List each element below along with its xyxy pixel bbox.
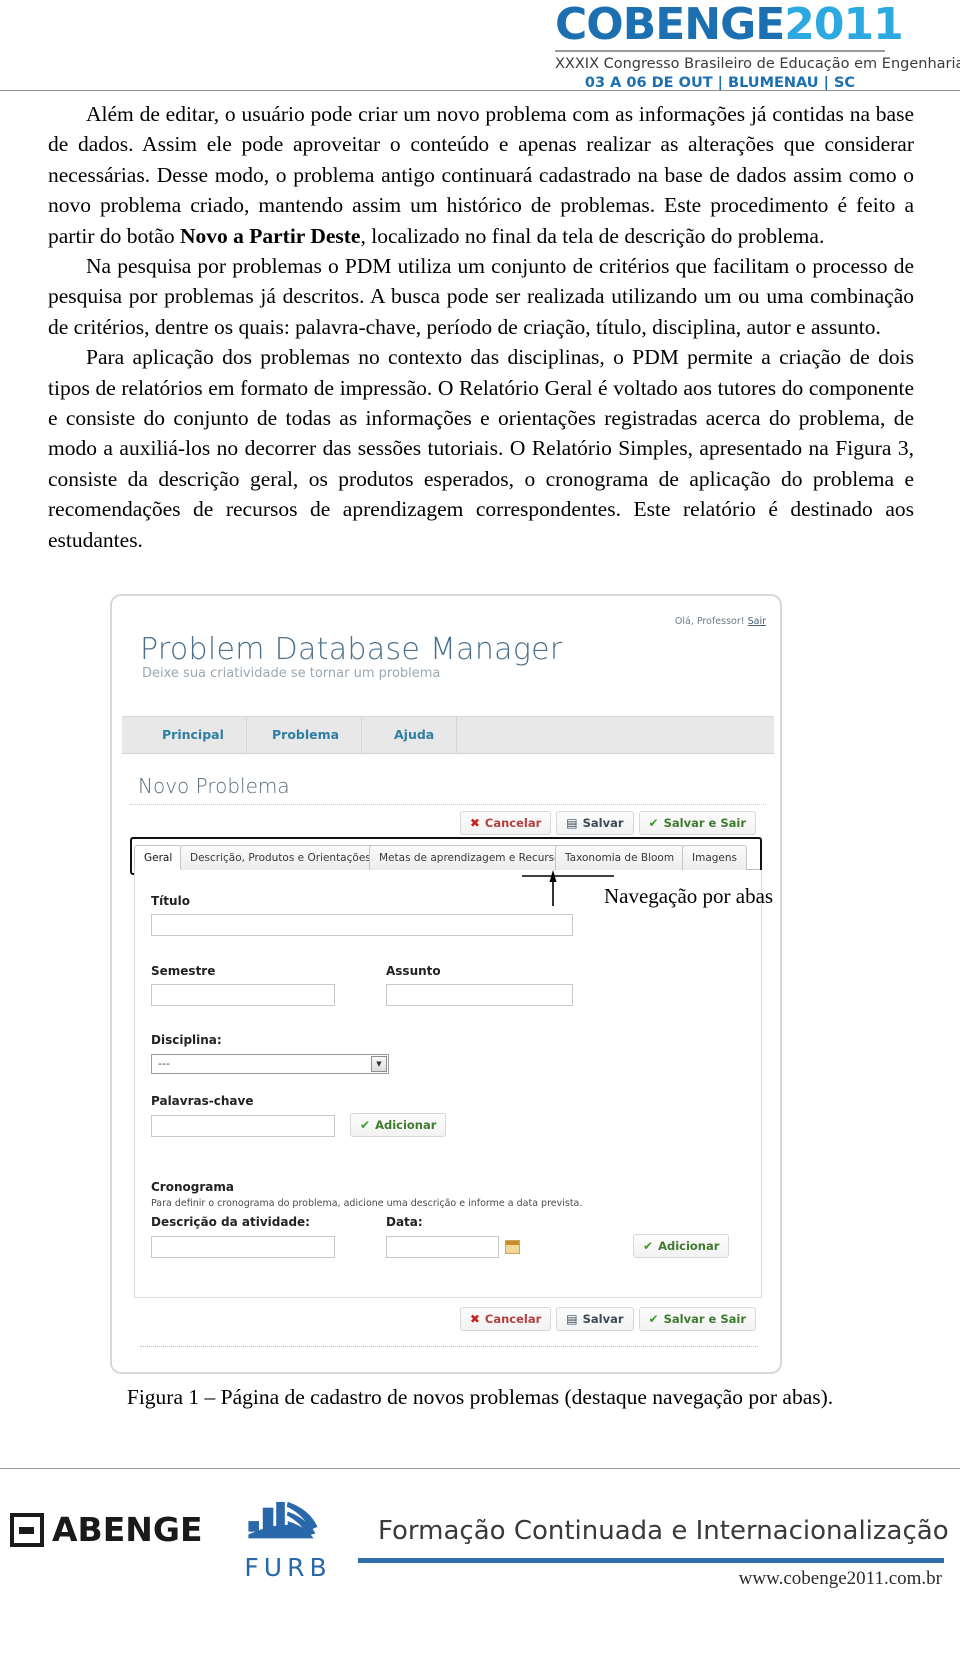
figure-screenshot: Olá, Professor! Sair Problem Database Ma… xyxy=(110,594,786,1378)
palavras-chave-input[interactable] xyxy=(151,1115,335,1137)
furb-label: FURB xyxy=(244,1553,332,1582)
save-button-top-label: Salvar xyxy=(582,816,624,830)
footer-accent-bar xyxy=(358,1558,944,1563)
cancel-button-top-label: Cancelar xyxy=(484,816,542,830)
greeting-text: Olá, Professor! xyxy=(674,616,745,627)
disciplina-select-value: --- xyxy=(158,1057,170,1070)
app-title: Problem Database Manager xyxy=(140,632,563,667)
app-subtitle: Deixe sua criatividade se tornar um prob… xyxy=(142,666,441,681)
toolbar-bottom: ✖ Cancelar ▤ Salvar ✔ Salvar e Sair xyxy=(459,1307,756,1331)
paragraph-1-part-b: , localizado no final da tela de descriç… xyxy=(360,223,825,248)
article-body: Além de editar, o usuário pode criar um … xyxy=(48,99,914,555)
tab-geral[interactable]: Geral xyxy=(134,845,183,871)
save-and-exit-button-top[interactable]: ✔ Salvar e Sair xyxy=(638,811,756,835)
save-and-exit-button-top-label: Salvar e Sair xyxy=(663,816,746,830)
paragraph-3: Para aplicação dos problemas no contexto… xyxy=(48,345,914,552)
user-greeting: Olá, Professor! Sair xyxy=(675,616,766,627)
check-icon: ✔ xyxy=(360,1118,371,1132)
cronograma-help-text: Para definir o cronograma do problema, a… xyxy=(151,1198,583,1209)
paragraph-1: Além de editar, o usuário pode criar um … xyxy=(48,99,914,251)
save-button-bottom-label: Salvar xyxy=(582,1312,624,1326)
cobenge-logo: COBENGE2011 XXXIX Congresso Brasileiro d… xyxy=(555,0,960,93)
save-button-top[interactable]: ▤ Salvar xyxy=(556,811,634,835)
congress-name: XXXIX Congresso Brasileiro de Educação e… xyxy=(555,56,960,72)
logout-link[interactable]: Sair xyxy=(748,616,766,627)
nav-item-problema[interactable]: Problema xyxy=(250,717,363,753)
assunto-label: Assunto xyxy=(386,964,441,978)
footer-slogan: Formação Continuada e Internacionalizaçã… xyxy=(378,1516,949,1546)
semestre-label: Semestre xyxy=(151,964,216,978)
footer-url: www.cobenge2011.com.br xyxy=(738,1568,942,1589)
close-icon: ✖ xyxy=(469,816,480,830)
semestre-input[interactable] xyxy=(151,984,335,1006)
atividade-input[interactable] xyxy=(151,1236,335,1258)
abenge-mark-icon xyxy=(10,1512,44,1547)
palavras-chave-label: Palavras-chave xyxy=(151,1094,254,1108)
save-button-bottom[interactable]: ▤ Salvar xyxy=(556,1307,634,1331)
close-icon: ✖ xyxy=(469,1312,480,1326)
main-navigation: Principal Problema Ajuda xyxy=(122,716,774,754)
data-input[interactable] xyxy=(386,1236,499,1258)
chevron-down-icon: ▼ xyxy=(371,1056,387,1072)
paragraph-1-bold-term: Novo a Partir Deste xyxy=(179,223,361,248)
furb-book-icon xyxy=(248,1501,318,1539)
add-keyword-button-label: Adicionar xyxy=(375,1118,437,1132)
check-icon: ✔ xyxy=(643,1239,654,1253)
callout-leader-line xyxy=(522,870,614,906)
cancel-button-bottom-label: Cancelar xyxy=(484,1312,542,1326)
disk-icon: ▤ xyxy=(566,1312,578,1326)
paragraph-2: Na pesquisa por problemas o PDM utiliza … xyxy=(48,254,914,339)
app-viewport: Olá, Professor! Sair Problem Database Ma… xyxy=(122,604,774,1368)
cronograma-label: Cronograma xyxy=(151,1180,234,1194)
footer-top-divider xyxy=(0,1468,960,1469)
figure-caption: Figura 1 – Página de cadastro de novos p… xyxy=(126,1385,834,1409)
app-window: Olá, Professor! Sair Problem Database Ma… xyxy=(110,594,782,1374)
tab-descricao-produtos-orientacoes[interactable]: Descrição, Produtos e Orientações xyxy=(180,845,381,870)
page-title: Novo Problema xyxy=(138,774,290,798)
abenge-logo: ABENGE xyxy=(10,1510,202,1549)
add-schedule-button[interactable]: ✔ Adicionar xyxy=(633,1234,730,1258)
cobenge-wordmark-year: 2011 xyxy=(784,0,903,50)
callout-label: Navegação por abas xyxy=(604,884,774,908)
form-panel-geral: Título Semestre Assunto Disciplina: --- … xyxy=(134,870,762,1298)
footer-divider xyxy=(140,1346,758,1347)
check-icon: ✔ xyxy=(648,816,659,830)
abenge-label: ABENGE xyxy=(52,1510,203,1549)
add-keyword-button[interactable]: ✔ Adicionar xyxy=(350,1113,447,1137)
cobenge-wordmark-main: COBENGE xyxy=(555,0,785,50)
toolbar-top: ✖ Cancelar ▤ Salvar ✔ Salvar e Sair xyxy=(459,811,756,835)
assunto-input[interactable] xyxy=(386,984,573,1006)
disk-icon: ▤ xyxy=(566,816,578,830)
atividade-label: Descrição da atividade: xyxy=(151,1215,310,1229)
header-divider xyxy=(0,90,960,91)
heading-divider xyxy=(130,804,766,805)
save-and-exit-button-bottom-label: Salvar e Sair xyxy=(663,1312,746,1326)
logo-divider xyxy=(555,50,885,52)
nav-item-principal[interactable]: Principal xyxy=(140,717,247,753)
page-footer: ABENGE FURB Formação Continuada e Intern… xyxy=(0,1468,960,1666)
data-label: Data: xyxy=(386,1215,423,1229)
disciplina-select[interactable]: --- ▼ xyxy=(151,1054,389,1074)
tab-imagens[interactable]: Imagens xyxy=(682,845,748,870)
add-schedule-button-label: Adicionar xyxy=(658,1239,720,1253)
titulo-input[interactable] xyxy=(151,914,573,936)
cancel-button-top[interactable]: ✖ Cancelar xyxy=(459,811,552,835)
tab-strip: Geral Descrição, Produtos e Orientações … xyxy=(134,844,762,871)
nav-item-ajuda[interactable]: Ajuda xyxy=(372,717,458,753)
save-and-exit-button-bottom[interactable]: ✔ Salvar e Sair xyxy=(638,1307,756,1331)
check-icon: ✔ xyxy=(648,1312,659,1326)
furb-logo: FURB xyxy=(233,1500,343,1582)
cancel-button-bottom[interactable]: ✖ Cancelar xyxy=(459,1307,552,1331)
disciplina-label: Disciplina: xyxy=(151,1033,222,1047)
page-header: COBENGE2011 XXXIX Congresso Brasileiro d… xyxy=(0,0,960,92)
calendar-icon[interactable] xyxy=(505,1240,520,1254)
cobenge-wordmark: COBENGE2011 xyxy=(555,0,904,50)
titulo-label: Título xyxy=(151,894,190,908)
